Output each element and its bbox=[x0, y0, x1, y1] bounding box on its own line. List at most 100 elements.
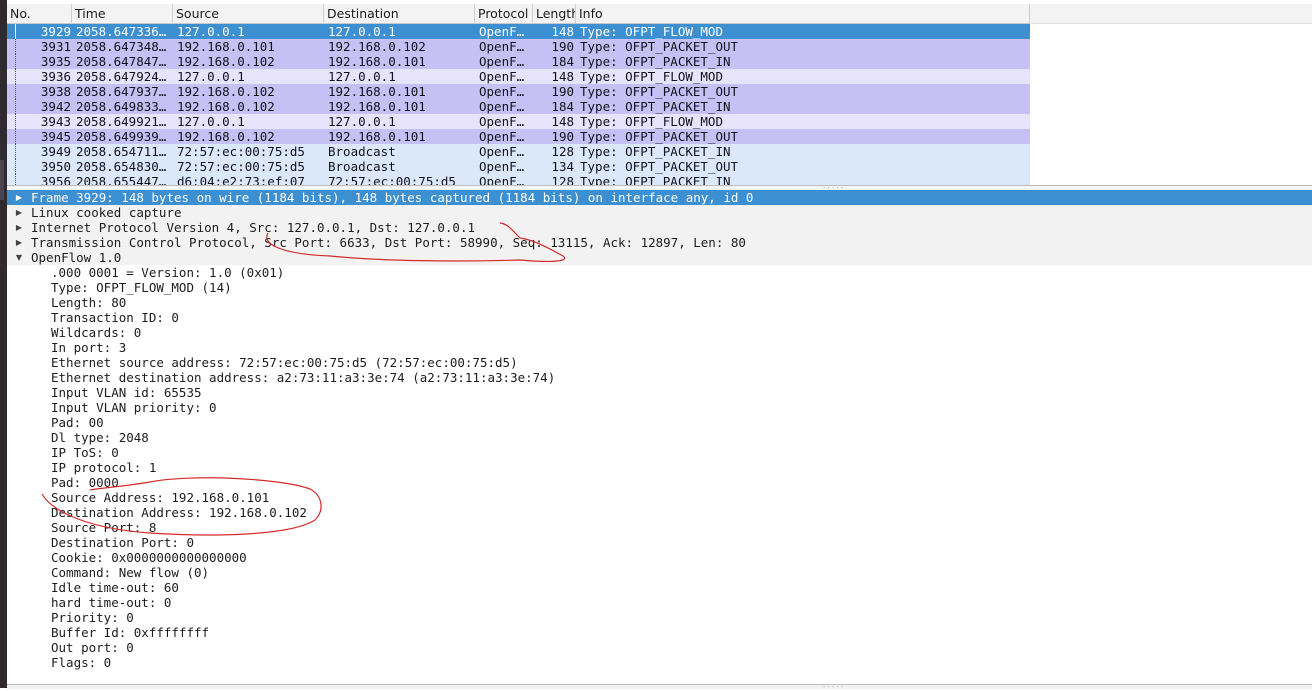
details-tree-item[interactable]: ▶ Internet Protocol Version 4, Src: 127.0… bbox=[7, 220, 1312, 235]
openflow-field[interactable]: Out port: 0 bbox=[7, 640, 1312, 655]
related-packet-line bbox=[15, 174, 16, 185]
details-tree-label: OpenFlow 1.0 bbox=[31, 250, 122, 265]
packet-row[interactable]: 3935 2058.647847… 192.168.0.102 192.168.0.1… bbox=[7, 54, 1030, 69]
openflow-field-label: Input VLAN priority: 0 bbox=[51, 400, 217, 415]
openflow-field[interactable]: Dl type: 2048 bbox=[7, 430, 1312, 445]
openflow-field[interactable]: Ethernet source address: 72:57:ec:00:75:… bbox=[7, 355, 1312, 370]
column-header-length[interactable]: Length bbox=[533, 4, 576, 23]
related-packet-line bbox=[15, 144, 16, 159]
packet-rows: 3929 2058.647336… 127.0.0.1 127.0.0.1 OpenF…… bbox=[7, 24, 1030, 185]
packet-row[interactable]: 3931 2058.647348… 192.168.0.101 192.168.0.1… bbox=[7, 39, 1030, 54]
openflow-field-label: .000 0001 = Version: 1.0 (0x01) bbox=[51, 265, 285, 280]
openflow-field[interactable]: Pad: 0000 bbox=[7, 475, 1312, 490]
openflow-field[interactable]: IP protocol: 1 bbox=[7, 460, 1312, 475]
related-packet-line bbox=[15, 39, 16, 54]
cell-time: 2058.649833… bbox=[76, 99, 167, 114]
cell-time: 2058.647937… bbox=[76, 84, 167, 99]
details-tree-item[interactable]: ▶ Linux cooked capture bbox=[7, 205, 1312, 220]
openflow-field[interactable]: IP ToS: 0 bbox=[7, 445, 1312, 460]
packet-row[interactable]: 3949 2058.654711… 72:57:ec:00:75:d5 Broadca… bbox=[7, 144, 1030, 159]
expand-arrow-right-icon[interactable]: ▶ bbox=[13, 220, 25, 235]
cell-no: 3956 bbox=[40, 174, 71, 185]
openflow-field-label: IP ToS: 0 bbox=[51, 445, 119, 460]
related-packet-line bbox=[15, 24, 16, 39]
bottom-splitter[interactable]: · · · · · bbox=[7, 684, 1312, 691]
openflow-field[interactable]: .000 0001 = Version: 1.0 (0x01) bbox=[7, 265, 1312, 280]
expand-arrow-right-icon[interactable]: ▶ bbox=[13, 190, 25, 205]
openflow-field-label: Type: OFPT_FLOW_MOD (14) bbox=[51, 280, 232, 295]
openflow-field[interactable]: Transaction ID: 0 bbox=[7, 310, 1312, 325]
packet-row[interactable]: 3943 2058.649921… 127.0.0.1 127.0.0.1 OpenF…… bbox=[7, 114, 1030, 129]
openflow-field[interactable]: Buffer Id: 0xffffffff bbox=[7, 625, 1312, 640]
cell-protocol: OpenF… bbox=[479, 54, 525, 69]
column-header-no[interactable]: No. bbox=[7, 4, 72, 23]
openflow-field-label: Flags: 0 bbox=[51, 655, 112, 670]
openflow-field[interactable]: Flags: 0 bbox=[7, 655, 1312, 670]
cell-destination: Broadcast bbox=[328, 144, 396, 159]
openflow-field[interactable]: Priority: 0 bbox=[7, 610, 1312, 625]
related-packet-line bbox=[15, 69, 16, 84]
cell-source: 127.0.0.1 bbox=[177, 114, 245, 129]
details-tree-item[interactable]: ▼ OpenFlow 1.0 bbox=[7, 250, 1312, 265]
cell-length: 128 bbox=[551, 174, 574, 185]
related-packet-line bbox=[15, 159, 16, 174]
openflow-field[interactable]: Source Address: 192.168.0.101 bbox=[7, 490, 1312, 505]
cell-no: 3936 bbox=[40, 69, 71, 84]
packet-row[interactable]: 3945 2058.649939… 192.168.0.102 192.168.0.1… bbox=[7, 129, 1030, 144]
openflow-field-label: Out port: 0 bbox=[51, 640, 134, 655]
cell-info: Type: OFPT_FLOW_MOD bbox=[580, 69, 723, 84]
column-header-time[interactable]: Time bbox=[72, 4, 173, 23]
cell-info: Type: OFPT_PACKET_IN bbox=[580, 144, 731, 159]
openflow-field[interactable]: Idle time-out: 60 bbox=[7, 580, 1312, 595]
expand-arrow-right-icon[interactable]: ▶ bbox=[13, 205, 25, 220]
openflow-field-label: Pad: 0000 bbox=[51, 475, 119, 490]
packet-row[interactable]: 3938 2058.647937… 192.168.0.102 192.168.0.1… bbox=[7, 84, 1030, 99]
cell-protocol: OpenF… bbox=[479, 159, 525, 174]
column-header-source[interactable]: Source bbox=[173, 4, 324, 23]
openflow-field[interactable]: Source Port: 8 bbox=[7, 520, 1312, 535]
cell-length: 190 bbox=[551, 129, 574, 144]
openflow-field[interactable]: Ethernet destination address: a2:73:11:a… bbox=[7, 370, 1312, 385]
details-tree-item[interactable]: ▶ Frame 3929: 148 bytes on wire (1184 bit… bbox=[7, 190, 1312, 205]
openflow-field[interactable]: Cookie: 0x0000000000000000 bbox=[7, 550, 1312, 565]
openflow-field[interactable]: Type: OFPT_FLOW_MOD (14) bbox=[7, 280, 1312, 295]
openflow-field[interactable]: Input VLAN priority: 0 bbox=[7, 400, 1312, 415]
header-filler bbox=[1030, 4, 1312, 24]
related-packet-line bbox=[15, 84, 16, 99]
column-header-destination[interactable]: Destination bbox=[324, 4, 475, 23]
packet-list-pane[interactable]: No. Time Source Destination Protocol Len… bbox=[7, 4, 1312, 185]
column-header-protocol[interactable]: Protocol bbox=[475, 4, 533, 23]
cell-destination: 192.168.0.101 bbox=[328, 99, 426, 114]
details-tree-label: Frame 3929: 148 bytes on wire (1184 bits… bbox=[31, 190, 754, 205]
packet-details-pane[interactable]: ▶ Frame 3929: 148 bytes on wire (1184 bit… bbox=[7, 190, 1312, 684]
related-packet-line bbox=[15, 114, 16, 129]
openflow-field[interactable]: Destination Port: 0 bbox=[7, 535, 1312, 550]
openflow-field[interactable]: Destination Address: 192.168.0.102 bbox=[7, 505, 1312, 520]
packet-row[interactable]: 3942 2058.649833… 192.168.0.102 192.168.0.1… bbox=[7, 99, 1030, 114]
openflow-field[interactable]: In port: 3 bbox=[7, 340, 1312, 355]
openflow-field[interactable]: Pad: 00 bbox=[7, 415, 1312, 430]
expand-arrow-right-icon[interactable]: ▶ bbox=[13, 235, 25, 250]
packet-row[interactable]: 3956 2058.655447… d6:04:e2:73:ef:07 72:57:e… bbox=[7, 174, 1030, 185]
cell-source: 192.168.0.101 bbox=[177, 39, 275, 54]
openflow-field[interactable]: hard time-out: 0 bbox=[7, 595, 1312, 610]
details-tree-item[interactable]: ▶ Transmission Control Protocol, Src Port… bbox=[7, 235, 1312, 250]
expand-arrow-down-icon[interactable]: ▼ bbox=[13, 250, 25, 265]
cell-time: 2058.649921… bbox=[76, 114, 167, 129]
cell-destination: 72:57:ec:00:75:d5 bbox=[328, 174, 456, 185]
packet-row[interactable]: 3929 2058.647336… 127.0.0.1 127.0.0.1 OpenF…… bbox=[7, 24, 1030, 39]
openflow-field[interactable]: Wildcards: 0 bbox=[7, 325, 1312, 340]
openflow-field[interactable]: Command: New flow (0) bbox=[7, 565, 1312, 580]
openflow-field-label: Length: 80 bbox=[51, 295, 127, 310]
cell-source: 192.168.0.102 bbox=[177, 54, 275, 69]
column-header-info[interactable]: Info bbox=[576, 4, 1030, 23]
related-packet-line bbox=[15, 54, 16, 69]
packet-row[interactable]: 3936 2058.647924… 127.0.0.1 127.0.0.1 OpenF…… bbox=[7, 69, 1030, 84]
bottom-splitter-grip[interactable]: · · · · · bbox=[823, 684, 843, 691]
openflow-field[interactable]: Length: 80 bbox=[7, 295, 1312, 310]
cell-info: Type: OFPT_PACKET_OUT bbox=[580, 129, 739, 144]
openflow-field[interactable]: Input VLAN id: 65535 bbox=[7, 385, 1312, 400]
cell-source: 72:57:ec:00:75:d5 bbox=[177, 144, 305, 159]
openflow-field-label: Pad: 00 bbox=[51, 415, 104, 430]
packet-row[interactable]: 3950 2058.654830… 72:57:ec:00:75:d5 Broadca… bbox=[7, 159, 1030, 174]
